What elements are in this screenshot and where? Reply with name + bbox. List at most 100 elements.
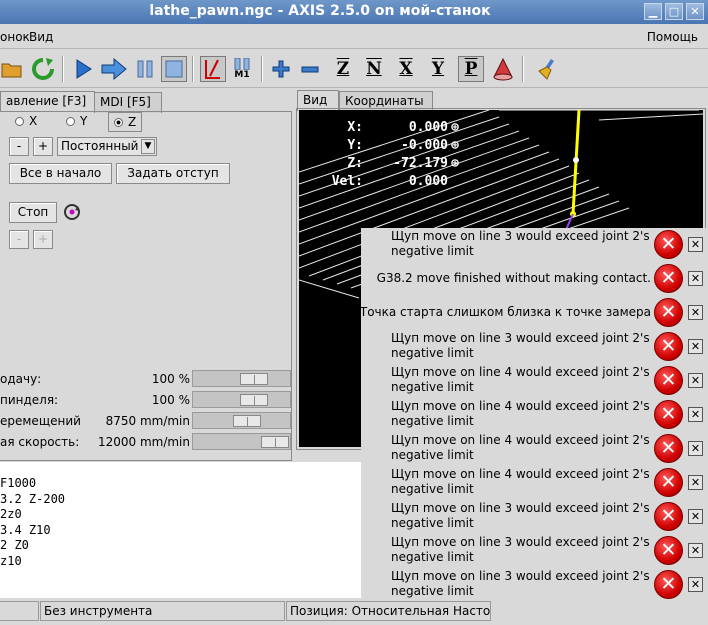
maximize-button[interactable]: □ (665, 3, 683, 20)
gcode-line[interactable]: F1000 (0, 476, 362, 492)
view-p-button[interactable]: P (458, 56, 484, 82)
homed-icon: ⊕ (451, 156, 459, 171)
error-icon: ✕ (654, 298, 683, 327)
tab-mdi[interactable]: MDI [F5] (94, 92, 162, 113)
dismiss-button[interactable]: ✕ (688, 373, 703, 388)
dismiss-button[interactable]: ✕ (688, 407, 703, 422)
step-button[interactable] (101, 56, 127, 82)
slider-thumb[interactable] (233, 415, 261, 427)
view-x-button[interactable]: X (393, 56, 419, 82)
gcode-line[interactable]: 3.4 Z10 (0, 523, 362, 539)
optional-stop-icon: M1 (231, 58, 253, 80)
open-file-button[interactable] (0, 56, 26, 82)
title-bar: lathe_pawn.ngc - AXIS 2.5.0 on мой-стано… (0, 0, 708, 24)
gcode-line[interactable]: z10 (0, 554, 362, 570)
max-velocity-slider[interactable] (192, 433, 291, 450)
slider-thumb[interactable] (261, 436, 289, 448)
zoom-in-button[interactable] (268, 56, 294, 82)
jog-speed-value: 8750 mm/min (105, 414, 190, 428)
max-velocity-row: ая скорость: 12000 mm/min (0, 432, 296, 452)
jog-mode-select[interactable]: Постоянный ▼ (57, 137, 157, 156)
minus-icon (301, 66, 319, 73)
slider-thumb[interactable] (240, 373, 268, 385)
homed-icon: ⊕ (451, 120, 459, 135)
error-notification: Щуп move on line 4 would exceed joint 2'… (361, 398, 708, 432)
stop-program-button[interactable] (161, 56, 187, 82)
feed-override-slider[interactable] (192, 370, 291, 387)
dismiss-button[interactable]: ✕ (688, 577, 703, 592)
rotate-view-button[interactable] (490, 56, 516, 82)
spindle-override-value: 100 % (151, 393, 190, 407)
jog-minus-button[interactable]: - (9, 137, 29, 156)
gcode-line[interactable]: 2 Z0 (0, 538, 362, 554)
view-p-icon: P (464, 59, 478, 79)
block-delete-toggle[interactable] (200, 56, 226, 82)
feed-override-value: 100 % (151, 372, 190, 386)
clear-plot-button[interactable] (534, 56, 560, 82)
menu-machine[interactable]: онок (0, 30, 30, 44)
run-button[interactable] (71, 56, 97, 82)
dro-row-x: X: 0.000 ⊕ (309, 119, 462, 137)
close-button[interactable]: ✕ (686, 3, 704, 20)
broom-icon (538, 59, 554, 80)
dismiss-button[interactable]: ✕ (688, 305, 703, 320)
error-notification: G38.2 move finished without making conta… (361, 262, 708, 296)
rotate-icon (64, 204, 80, 220)
pause-button[interactable] (132, 56, 158, 82)
window-title: lathe_pawn.ngc - AXIS 2.5.0 on мой-стано… (149, 3, 491, 19)
axis-radio-y[interactable]: Y (66, 114, 87, 128)
minimize-button[interactable]: ▁ (644, 3, 662, 20)
dismiss-button[interactable]: ✕ (688, 543, 703, 558)
pause-icon (137, 60, 153, 78)
spindle-override-row: пинделя: 100 % (0, 390, 296, 410)
spindle-cw-button[interactable] (61, 202, 83, 223)
view-z-icon: Z (336, 59, 350, 79)
stop-icon (165, 60, 183, 78)
status-position: Позиция: Относительная Насто (286, 601, 491, 621)
touch-off-button[interactable]: Задать отступ (116, 163, 230, 184)
view-y-button[interactable]: Y (425, 56, 451, 82)
dismiss-button[interactable]: ✕ (688, 339, 703, 354)
gcode-line[interactable]: 3.2 Z-200 (0, 492, 362, 508)
error-notification: Щуп move on line 3 would exceed joint 2'… (361, 228, 708, 262)
error-icon: ✕ (654, 468, 683, 497)
view-x-icon: X (399, 59, 413, 79)
spindle-stop-button[interactable]: Стоп (9, 202, 57, 223)
status-machine (0, 601, 39, 621)
error-notification: Щуп move on line 3 would exceed joint 2'… (361, 500, 708, 534)
slider-thumb[interactable] (240, 394, 268, 406)
optional-stop-toggle[interactable]: M1 (229, 56, 255, 82)
error-notification: Щуп move on line 4 would exceed joint 2'… (361, 432, 708, 466)
error-icon: ✕ (654, 502, 683, 531)
axis-radio-z[interactable]: Z (108, 112, 143, 132)
dismiss-button[interactable]: ✕ (688, 475, 703, 490)
spindle-faster-button[interactable]: + (33, 230, 53, 249)
tab-manual-control[interactable]: авление [F3] (0, 91, 95, 112)
dismiss-button[interactable]: ✕ (688, 509, 703, 524)
menu-view[interactable]: Вид (29, 30, 53, 44)
error-icon: ✕ (654, 366, 683, 395)
dismiss-button[interactable]: ✕ (688, 441, 703, 456)
reload-button[interactable] (30, 56, 56, 82)
jog-speed-slider[interactable] (192, 412, 291, 429)
dismiss-button[interactable]: ✕ (688, 237, 703, 252)
view-z-button[interactable]: Z (330, 56, 356, 82)
error-notification: Щуп move on line 3 would exceed joint 2'… (361, 534, 708, 568)
block-delete-icon (205, 59, 220, 79)
menu-help[interactable]: Помощь (647, 30, 698, 44)
gcode-listing[interactable]: F1000 3.2 Z-200 2z0 3.4 Z10 2 Z0 z10 (0, 462, 362, 598)
max-velocity-value: 12000 mm/min (97, 435, 190, 449)
home-all-button[interactable]: Все в начало (9, 163, 112, 184)
axis-radio-x[interactable]: X (15, 114, 37, 128)
jog-plus-button[interactable]: + (33, 137, 53, 156)
dro-row-vel: Vel: 0.000 (331, 174, 448, 189)
spindle-override-label: пинделя: (0, 393, 59, 407)
gcode-line[interactable]: 2z0 (0, 507, 362, 523)
view-z2-button[interactable]: N (361, 56, 387, 82)
zoom-out-button[interactable] (297, 56, 323, 82)
feed-override-label: одачу: (0, 372, 42, 386)
dismiss-button[interactable]: ✕ (688, 271, 703, 286)
spindle-override-slider[interactable] (192, 391, 291, 408)
view-z2-icon: N (366, 59, 382, 79)
spindle-slower-button[interactable]: - (9, 230, 29, 249)
